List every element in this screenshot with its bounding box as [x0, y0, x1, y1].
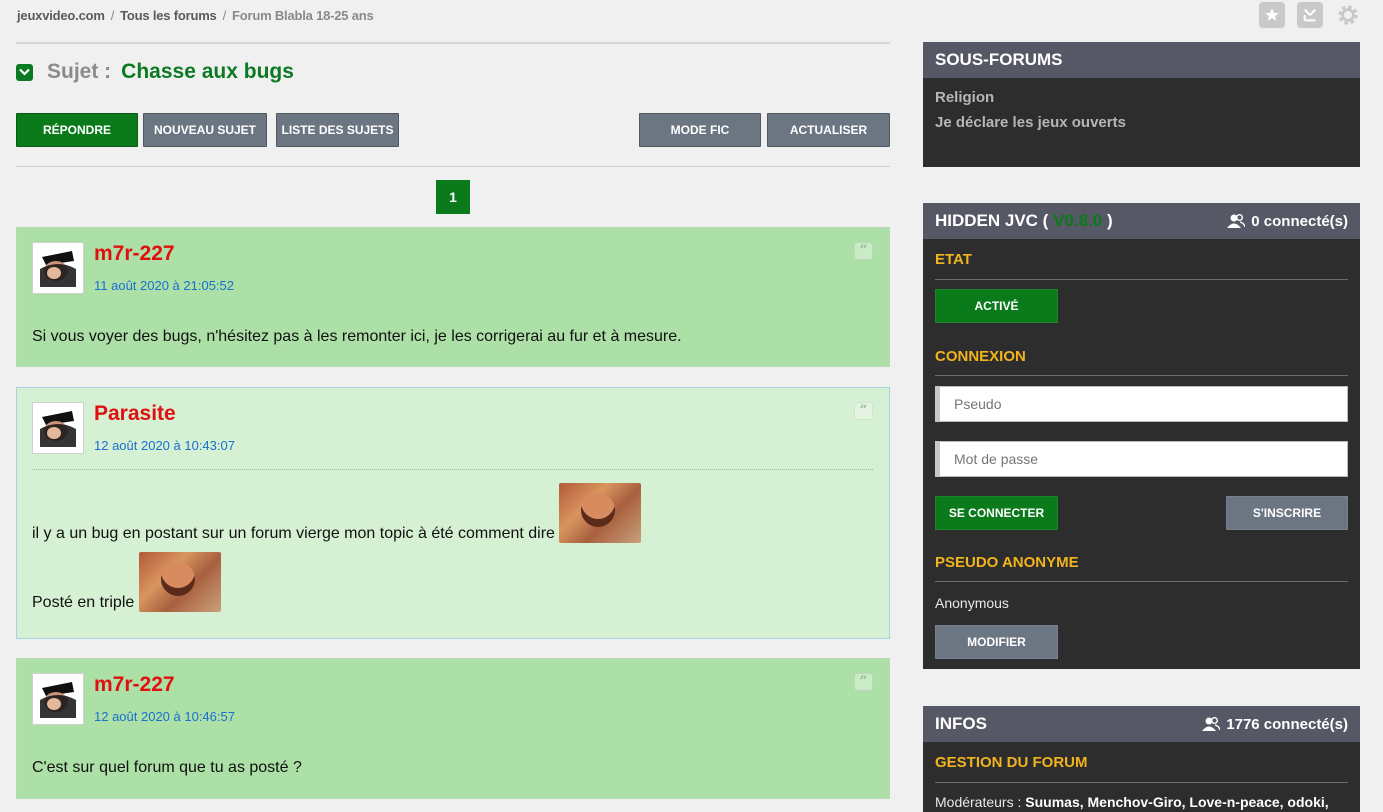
hidden-jvc-connected-count: 0 connecté(s) — [1251, 212, 1348, 230]
users-icon — [1202, 717, 1221, 731]
forum-management-title: GESTION DU FORUM — [935, 754, 1088, 771]
subforums-panel: Sous-forums Religion Je déclare les jeux… — [923, 42, 1360, 167]
moderators-label: Modérateurs : — [935, 794, 1022, 810]
breadcrumb-forum-link[interactable]: Forum Blabla 18-25 ans — [232, 8, 374, 23]
infos-title: INFOS — [935, 714, 987, 733]
login-button[interactable]: Se connecter — [935, 496, 1058, 530]
hidden-jvc-connected: 0 connecté(s) — [1227, 213, 1348, 230]
subforum-link-jeux-ouverts[interactable]: Je déclare les jeux ouverts — [935, 114, 1126, 131]
hidden-jvc-title-suffix: ) — [1106, 211, 1113, 230]
section-divider — [935, 279, 1348, 280]
refresh-button[interactable]: Actualiser — [767, 113, 890, 147]
risitas-sticker-image — [138, 552, 221, 612]
topic-title: Chasse aux bugs — [121, 60, 294, 83]
register-button[interactable]: S'inscrire — [1226, 496, 1348, 530]
section-divider — [935, 581, 1348, 582]
fic-mode-button[interactable]: Mode fic — [639, 113, 761, 147]
breadcrumb-forums-link[interactable]: Tous les forums — [120, 8, 217, 23]
subforums-header: Sous-forums — [923, 42, 1360, 78]
infos-header: INFOS 1776 connecté(s) — [923, 706, 1360, 742]
post-message-line: Posté en triple — [32, 552, 221, 612]
post: Parasite 12 août 2020 à 10:43:07 ” il y … — [16, 387, 890, 639]
topic-label: Sujet : — [47, 60, 112, 83]
users-icon — [1227, 214, 1246, 228]
infos-panel: INFOS 1776 connecté(s) GESTION DU FORUM … — [923, 706, 1360, 812]
pseudo-input[interactable] — [935, 386, 1348, 422]
connection-section-title: CONNEXION — [935, 348, 1026, 365]
post-author[interactable]: Parasite — [94, 402, 176, 426]
activated-toggle-button[interactable]: Activé — [935, 289, 1058, 323]
post-author[interactable]: m7r-227 — [94, 673, 175, 697]
post-message: C'est sur quel forum que tu as posté ? — [32, 759, 302, 776]
risitas-sticker-image — [559, 483, 642, 543]
avatar[interactable] — [32, 242, 84, 294]
post: m7r-227 11 août 2020 à 21:05:52 ” Si vou… — [16, 227, 890, 367]
topic-title-row: Sujet : Chasse aux bugs — [16, 60, 294, 84]
post-date[interactable]: 12 août 2020 à 10:43:07 — [94, 438, 235, 453]
hidden-jvc-panel: HIDDEN JVC ( V0.8.0 ) 0 connecté(s) ETAT… — [923, 203, 1360, 669]
section-divider — [935, 375, 1348, 376]
state-section-title: ETAT — [935, 251, 972, 268]
moderators-list[interactable]: Suumas, Menchov-Giro, Love-n-peace, odok… — [1025, 794, 1328, 810]
password-input[interactable] — [935, 441, 1348, 477]
post-message-text: Posté en triple — [32, 594, 135, 611]
breadcrumb-separator: / — [110, 8, 115, 23]
new-topic-button[interactable]: Nouveau sujet — [143, 113, 267, 147]
reply-button[interactable]: Répondre — [16, 113, 138, 147]
chevron-down-icon[interactable] — [16, 63, 33, 81]
tv-icon[interactable] — [1297, 2, 1323, 28]
post-message-line: il y a un bug en postant sur un forum vi… — [32, 483, 642, 543]
post-message-text: il y a un bug en postant sur un forum vi… — [32, 525, 555, 542]
infos-connected-count: 1776 connecté(s) — [1226, 715, 1348, 733]
modify-button[interactable]: Modifier — [935, 625, 1058, 659]
hidden-jvc-title: HIDDEN JVC ( V0.8.0 ) — [935, 211, 1113, 231]
hidden-jvc-title-text: HIDDEN JVC ( — [935, 211, 1049, 230]
subforums-title: Sous-forums — [935, 50, 1063, 69]
top-icon-bar — [1259, 2, 1361, 28]
section-divider — [935, 782, 1348, 783]
header-divider — [16, 42, 890, 44]
gear-icon[interactable] — [1335, 2, 1361, 28]
toolbar-divider — [16, 166, 890, 167]
post-date[interactable]: 11 août 2020 à 21:05:52 — [94, 278, 234, 293]
infos-connected: 1776 connecté(s) — [1202, 716, 1348, 733]
avatar[interactable] — [32, 673, 84, 725]
post-date[interactable]: 12 août 2020 à 10:46:57 — [94, 709, 235, 724]
subforum-link-religion[interactable]: Religion — [935, 89, 994, 106]
star-icon[interactable] — [1259, 2, 1285, 28]
breadcrumb: jeuxvideo.com / Tous les forums / Forum Blab… — [17, 8, 374, 23]
anonymous-section-title: PSEUDO ANONYME — [935, 554, 1079, 571]
avatar[interactable] — [32, 402, 84, 454]
anonymous-pseudo-value: Anonymous — [935, 595, 1009, 611]
quote-icon[interactable]: ” — [854, 402, 873, 420]
topic-list-button[interactable]: Liste des sujets — [276, 113, 399, 147]
breadcrumb-separator: / — [222, 8, 227, 23]
breadcrumb-site-link[interactable]: jeuxvideo.com — [17, 8, 105, 23]
post-separator — [32, 469, 873, 470]
quote-icon[interactable]: ” — [854, 673, 873, 691]
hidden-jvc-header: HIDDEN JVC ( V0.8.0 ) 0 connecté(s) — [923, 203, 1360, 239]
hidden-jvc-version: V0.8.0 — [1053, 211, 1103, 230]
post: m7r-227 12 août 2020 à 10:46:57 ” C'est … — [16, 658, 890, 799]
post-message: Si vous voyer des bugs, n'hésitez pas à … — [32, 328, 682, 345]
moderators-line: Modérateurs : Suumas, Menchov-Giro, Love… — [935, 794, 1329, 810]
quote-icon[interactable]: ” — [854, 242, 873, 260]
pagination-current-page[interactable]: 1 — [436, 180, 470, 214]
post-author[interactable]: m7r-227 — [94, 242, 175, 266]
